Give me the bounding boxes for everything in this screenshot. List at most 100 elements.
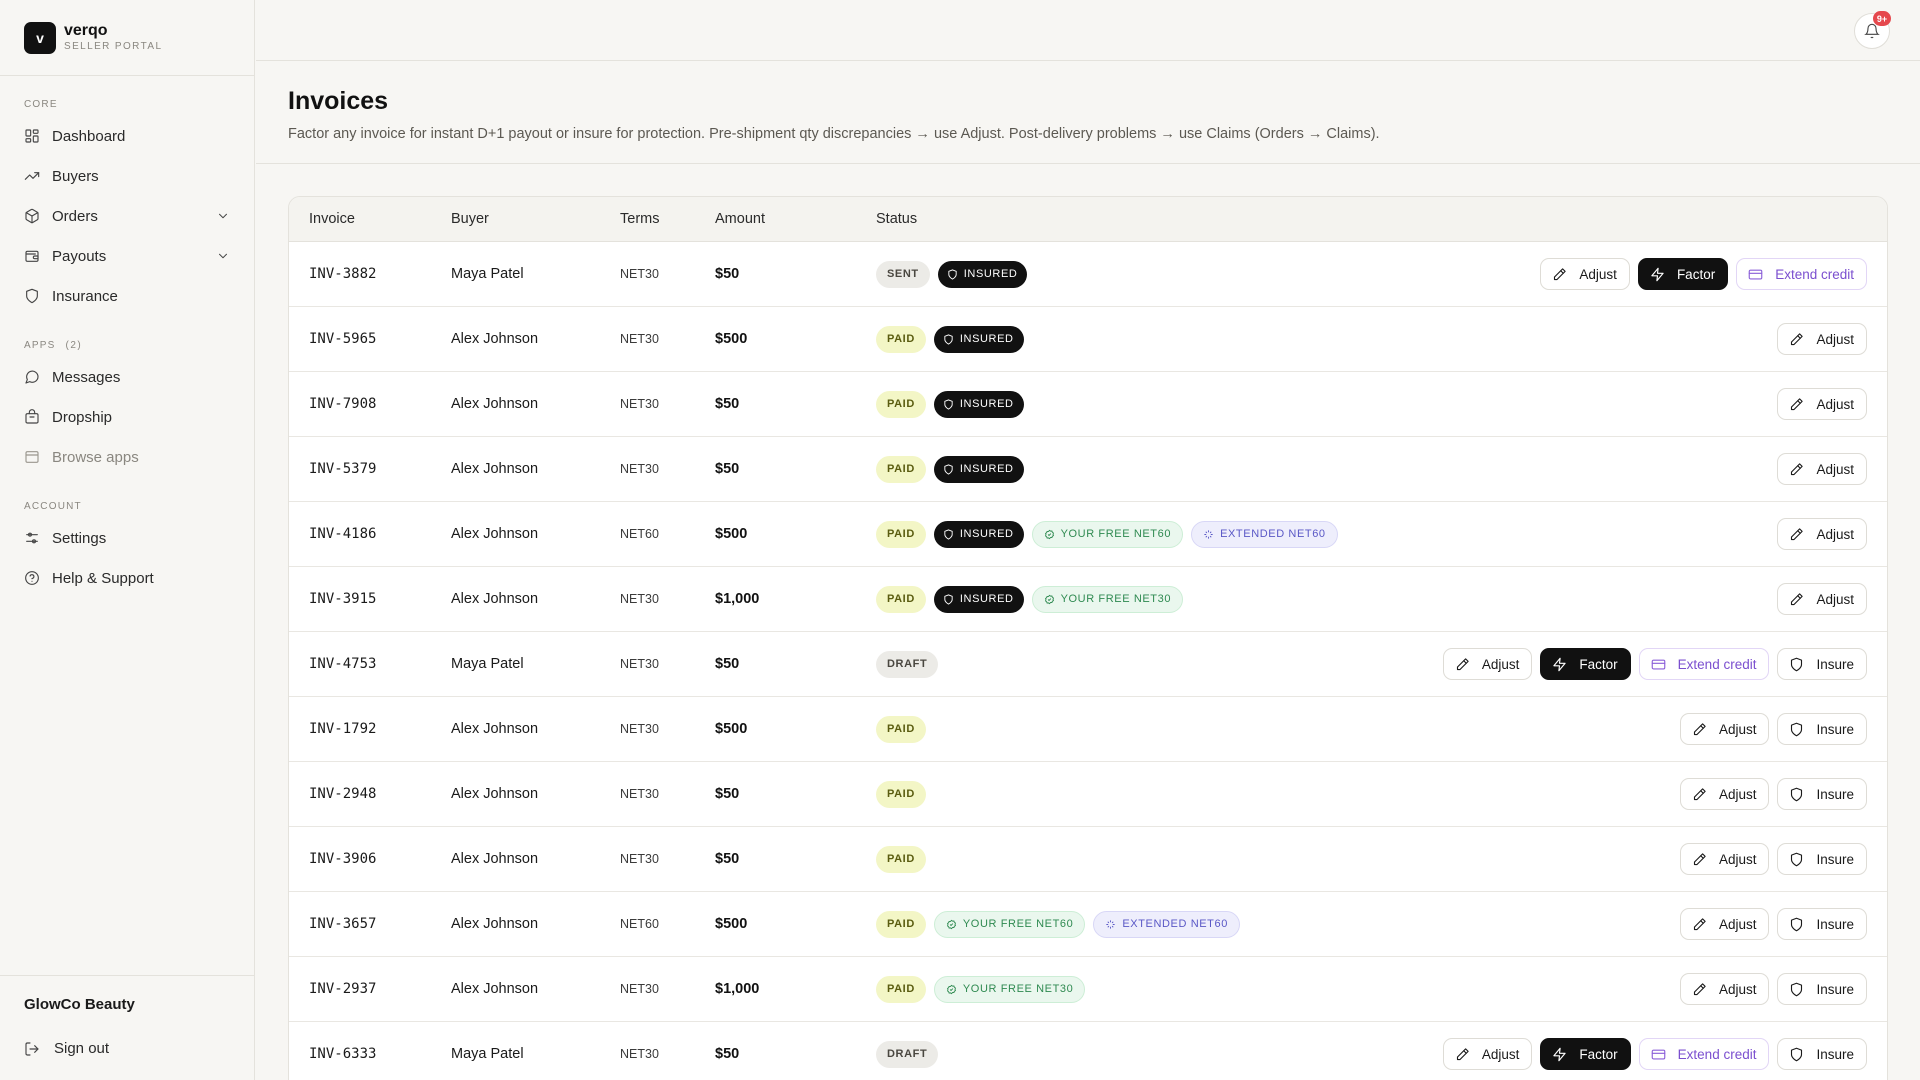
invoice-id[interactable]: INV-3906 — [309, 851, 376, 867]
factor-button[interactable]: Factor — [1540, 1038, 1631, 1070]
extend-credit-button[interactable]: Extend credit — [1638, 648, 1770, 680]
row-actions: Adjust — [1777, 388, 1867, 420]
insure-button[interactable]: Insure — [1777, 648, 1867, 680]
adjust-button[interactable]: Adjust — [1777, 453, 1867, 485]
extend-credit-button[interactable]: Extend credit — [1638, 1038, 1770, 1070]
invoice-id[interactable]: INV-3915 — [309, 591, 376, 607]
table-row[interactable]: INV-2948 Alex Johnson NET30 $50 PAID Adj… — [289, 762, 1887, 827]
shield-icon — [1791, 852, 1803, 866]
table-row[interactable]: INV-3882 Maya Patel NET30 $50 SENT INSURE… — [289, 242, 1887, 307]
invoice-id[interactable]: INV-2937 — [309, 981, 376, 997]
buyer-name: Alex Johnson — [451, 396, 539, 412]
insure-button[interactable]: Insure — [1777, 1038, 1867, 1070]
table-row[interactable]: INV-3657 Alex Johnson NET60 $500 PAID YOU… — [289, 892, 1887, 957]
sidebar-item-help-and-support[interactable]: Help & Support — [0, 558, 254, 598]
sidebar-item-label: Messages — [52, 368, 121, 386]
adjust-button[interactable]: Adjust — [1777, 388, 1867, 420]
insure-button[interactable]: Insure — [1777, 778, 1867, 810]
pencil-icon — [1693, 852, 1706, 865]
sidebar-item-orders[interactable]: Orders — [0, 196, 254, 236]
invoice-id[interactable]: INV-7908 — [309, 396, 376, 412]
sidebar-item-label: Orders — [52, 207, 98, 225]
table-row[interactable]: INV-5379 Alex Johnson NET30 $50 PAID INSU… — [289, 437, 1887, 502]
table-row[interactable]: INV-4186 Alex Johnson NET60 $500 PAID INS… — [289, 502, 1887, 567]
sidebar-item-messages[interactable]: Messages — [0, 357, 254, 397]
invoice-id[interactable]: INV-2948 — [309, 786, 376, 802]
column-header-terms[interactable]: Terms — [620, 211, 659, 227]
pencil-icon — [1693, 982, 1706, 995]
invoice-id[interactable]: INV-4186 — [309, 526, 376, 542]
payment-terms: NET60 — [620, 527, 659, 541]
adjust-button[interactable]: Adjust — [1442, 1038, 1533, 1070]
factor-button[interactable]: Factor — [1540, 648, 1631, 680]
shield-icon — [1791, 917, 1803, 931]
shield-icon — [1791, 657, 1803, 671]
adjust-button[interactable]: Adjust — [1679, 713, 1770, 745]
table-row[interactable]: INV-2937 Alex Johnson NET30 $1,000 PAID Y… — [289, 957, 1887, 1022]
sidebar-item-settings[interactable]: Settings — [0, 518, 254, 558]
sidebar-item-payouts[interactable]: Payouts — [0, 236, 254, 276]
apps-count: (2) — [65, 339, 83, 351]
insure-button[interactable]: Insure — [1777, 843, 1867, 875]
column-header-buyer[interactable]: Buyer — [451, 211, 489, 227]
sidebar-item-dashboard[interactable]: Dashboard — [0, 116, 254, 156]
adjust-button[interactable]: Adjust — [1777, 583, 1867, 615]
row-actions: Adjust Factor Extend credit — [1540, 258, 1867, 290]
sidebar-item-buyers[interactable]: Buyers — [0, 156, 254, 196]
column-header-amount[interactable]: Amount — [715, 211, 765, 227]
invoice-id[interactable]: INV-4753 — [309, 656, 376, 672]
brand[interactable]: v verqo SELLER PORTAL — [0, 0, 254, 76]
sidebar-item-label: Payouts — [52, 247, 107, 265]
row-actions: Adjust Insure — [1679, 973, 1867, 1005]
adjust-button[interactable]: Adjust — [1679, 778, 1770, 810]
sidebar-item-dropship[interactable]: Dropship — [0, 397, 254, 437]
credit-card-icon — [1651, 659, 1665, 669]
status-cell: PAID INSURED — [876, 325, 1024, 353]
extend-credit-button[interactable]: Extend credit — [1736, 258, 1867, 290]
page-subtitle: Factor any invoice for instant D+1 payou… — [288, 126, 1380, 142]
table-row[interactable]: INV-5965 Alex Johnson NET30 $500 PAID INS… — [289, 307, 1887, 372]
payment-terms: NET30 — [620, 982, 659, 996]
status-cell: PAID INSURED YOUR FREE NET30 — [876, 585, 1184, 613]
shield-icon — [944, 333, 953, 345]
notifications-button[interactable]: 9+ — [1854, 11, 1891, 49]
adjust-button[interactable]: Adjust — [1777, 323, 1867, 355]
status-badge: PAID — [876, 845, 926, 873]
sign-out-button[interactable]: Sign out — [24, 1040, 109, 1057]
table-row[interactable]: INV-3915 Alex Johnson NET30 $1,000 PAID I… — [289, 567, 1887, 632]
sidebar-item-label: Dashboard — [52, 127, 126, 145]
insured-badge: INSURED — [933, 520, 1024, 548]
insure-button[interactable]: Insure — [1777, 973, 1867, 1005]
invoice-id[interactable]: INV-1792 — [309, 721, 376, 737]
sidebar-footer: GlowCo Beauty Sign out — [0, 975, 255, 1080]
table-row[interactable]: INV-6333 Maya Patel NET30 $50 DRAFT Adju… — [289, 1022, 1887, 1080]
sidebar-item-browse-apps[interactable]: Browse apps — [0, 437, 254, 477]
invoice-id[interactable]: INV-6333 — [309, 1046, 376, 1062]
payment-terms: NET30 — [620, 592, 659, 606]
column-header-status[interactable]: Status — [876, 211, 917, 227]
sidebar-item-label: Browse apps — [52, 448, 139, 466]
sign-out-label: Sign out — [54, 1040, 110, 1057]
adjust-button[interactable]: Adjust — [1679, 843, 1770, 875]
table-row[interactable]: INV-3906 Alex Johnson NET30 $50 PAID Adj… — [289, 827, 1887, 892]
invoice-id[interactable]: INV-3882 — [309, 266, 376, 282]
adjust-button[interactable]: Adjust — [1679, 908, 1770, 940]
invoice-id[interactable]: INV-5379 — [309, 461, 376, 477]
insure-button[interactable]: Insure — [1777, 908, 1867, 940]
adjust-button[interactable]: Adjust — [1679, 973, 1770, 1005]
adjust-button[interactable]: Adjust — [1442, 648, 1533, 680]
trending-up-icon — [24, 172, 40, 180]
sidebar-item-insurance[interactable]: Insurance — [0, 276, 254, 316]
factor-button[interactable]: Factor — [1637, 258, 1729, 290]
invoice-id[interactable]: INV-3657 — [309, 916, 376, 932]
adjust-button[interactable]: Adjust — [1777, 518, 1867, 550]
table-row[interactable]: INV-4753 Maya Patel NET30 $50 DRAFT Adju… — [289, 632, 1887, 697]
status-badge: PAID — [876, 585, 926, 613]
pencil-icon — [1791, 332, 1804, 345]
column-header-invoice[interactable]: Invoice — [309, 211, 355, 227]
table-row[interactable]: INV-7908 Alex Johnson NET30 $50 PAID INSU… — [289, 372, 1887, 437]
insure-button[interactable]: Insure — [1777, 713, 1867, 745]
invoice-id[interactable]: INV-5965 — [309, 331, 376, 347]
adjust-button[interactable]: Adjust — [1540, 258, 1630, 290]
table-row[interactable]: INV-1792 Alex Johnson NET30 $500 PAID Ad… — [289, 697, 1887, 762]
